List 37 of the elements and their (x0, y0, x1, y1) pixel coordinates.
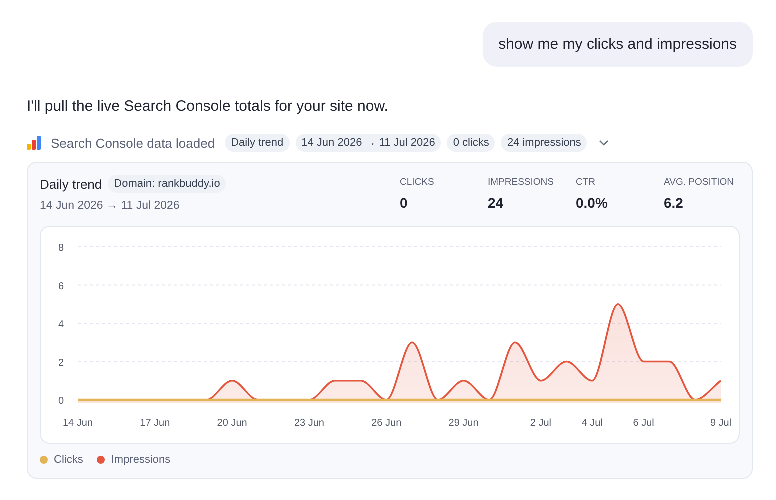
x-tick-label: 26 Jun (372, 418, 402, 429)
assistant-message: I'll pull the live Search Console totals for your site now. (27, 98, 390, 115)
legend-label: Clicks (54, 454, 84, 466)
summary-tag: 0 clicks (447, 134, 496, 152)
domain-tag: Domain: rankbuddy.io (108, 175, 226, 193)
x-tick-label: 2 Jul (530, 418, 552, 429)
tool-status-label: Search Console data loaded (51, 136, 216, 150)
metric-label: CTR (576, 177, 597, 188)
x-tick-label: 6 Jul (633, 418, 654, 429)
y-tick-label: 0 (58, 396, 64, 407)
x-tick-label: 9 Jul (710, 418, 732, 429)
x-tick-label: 4 Jul (582, 418, 603, 429)
x-tick-label: 29 Jun (448, 418, 479, 429)
x-tick-label: 20 Jun (217, 418, 248, 429)
y-tick-label: 2 (58, 358, 64, 369)
user-message: show me my clicks and impressions (482, 22, 753, 67)
metric-label: AVG. POSITION (664, 177, 736, 188)
y-tick-label: 8 (58, 243, 64, 254)
metric-value: 0.0% (576, 195, 609, 211)
x-tick-label: 14 Jun (62, 418, 94, 429)
y-tick-label: 4 (58, 320, 64, 330)
chevron-icon[interactable] (599, 140, 610, 146)
y-tick-label: 6 (58, 281, 64, 292)
summary-tag: 24 impressions (501, 134, 588, 152)
metric-label: IMPRESSIONS (488, 177, 555, 188)
metric-value: 6.2 (664, 195, 684, 211)
date-range: 14 Jun 2026 → 11 Jul 2026 (40, 200, 181, 212)
summary-tag: Daily trend (225, 134, 290, 152)
metric-value: 24 (488, 195, 505, 211)
legend-label: Impressions (111, 454, 171, 466)
card-title: Daily trend (40, 176, 102, 192)
x-tick-label: 17 Jun (140, 418, 170, 429)
metric-label: CLICKS (400, 177, 436, 188)
analytics-logo-icon (27, 136, 41, 150)
metric-value: 0 (400, 195, 409, 211)
x-tick-label: 23 Jun (294, 418, 324, 429)
summary-tag: 14 Jun 2026 → 11 Jul 2026 (296, 134, 442, 152)
